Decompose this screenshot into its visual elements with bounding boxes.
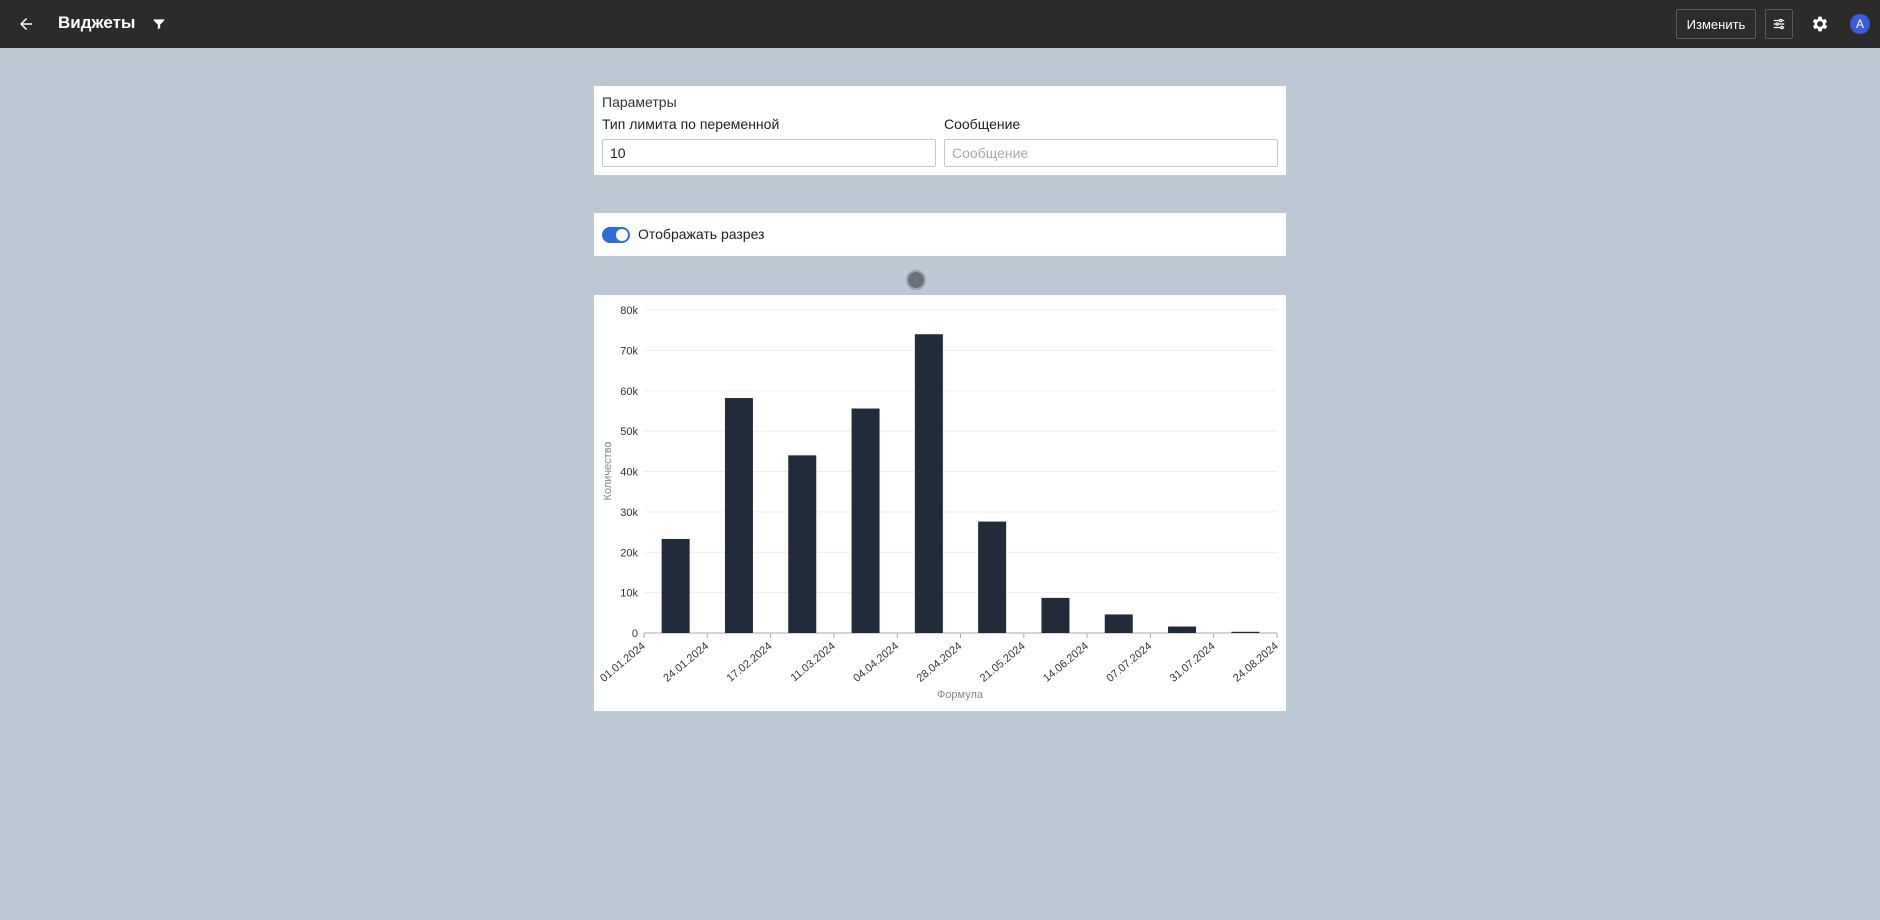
chart-panel: 0 10k 20k 30k 40k 50k 60k 70k 80k 01.01.2024 24.01… (594, 295, 1286, 711)
avatar[interactable]: A (1850, 14, 1870, 34)
y-axis-label: Количество (602, 441, 614, 500)
tune-icon[interactable] (1765, 9, 1793, 39)
breakdown-toggle[interactable] (602, 227, 630, 243)
bar (788, 455, 817, 633)
limit-type-input[interactable] (602, 139, 936, 167)
bar (851, 408, 880, 633)
bar (1104, 614, 1133, 633)
bar (1231, 631, 1260, 633)
top-bar: Виджеты Изменить A (0, 0, 1880, 48)
gear-icon[interactable] (1806, 10, 1834, 38)
x-tick-label: 04.04.2024 (851, 640, 901, 685)
y-tick-label: 20k (620, 547, 638, 559)
x-tick-label: 17.02.2024 (725, 640, 775, 685)
x-tick-label: 24.01.2024 (661, 640, 711, 685)
filter-icon[interactable] (146, 10, 172, 38)
breakdown-toggle-label: Отображать разрез (638, 226, 765, 242)
y-tick-label: 30k (620, 507, 638, 519)
y-tick-label: 70k (620, 345, 638, 357)
bar (661, 538, 690, 633)
bar (724, 398, 753, 633)
y-tick-label: 50k (620, 426, 638, 438)
edit-button[interactable]: Изменить (1676, 9, 1756, 39)
parameters-panel: Параметры Тип лимита по переменной Сообщ… (594, 86, 1286, 175)
x-tick-label: 01.01.2024 (598, 640, 648, 685)
y-tick-label: 0 (632, 628, 638, 640)
parameters-title: Параметры (602, 94, 677, 110)
limit-type-label: Тип лимита по переменной (602, 116, 780, 132)
toggle-knob (616, 229, 628, 241)
y-tick-label: 80k (620, 305, 638, 317)
y-tick-label: 40k (620, 467, 638, 479)
x-tick-label: 07.07.2024 (1104, 640, 1154, 685)
bar (1168, 626, 1197, 633)
drag-handle[interactable] (906, 270, 926, 290)
bar (914, 334, 943, 633)
x-axis-label: Формула (937, 689, 984, 701)
x-tick-label: 11.03.2024 (789, 640, 838, 684)
page-title: Виджеты (58, 13, 136, 32)
breakdown-panel: Отображать разрез (594, 213, 1286, 256)
y-tick-label: 10k (620, 588, 638, 600)
x-tick-label: 14.06.2024 (1041, 640, 1091, 685)
x-tick-label: 24.08.2024 (1231, 640, 1281, 685)
message-input[interactable] (944, 139, 1278, 167)
bar (978, 521, 1007, 633)
bar (1041, 597, 1070, 633)
bar-chart: 0 10k 20k 30k 40k 50k 60k 70k 80k 01.01.2024 24.01… (598, 305, 1281, 701)
x-tick-label: 21.05.2024 (978, 640, 1028, 685)
y-tick-label: 60k (620, 386, 638, 398)
message-label: Сообщение (944, 116, 1021, 132)
back-arrow-icon[interactable] (12, 10, 40, 38)
x-tick-label: 31.07.2024 (1168, 640, 1218, 685)
x-tick-label: 28.04.2024 (915, 640, 965, 685)
